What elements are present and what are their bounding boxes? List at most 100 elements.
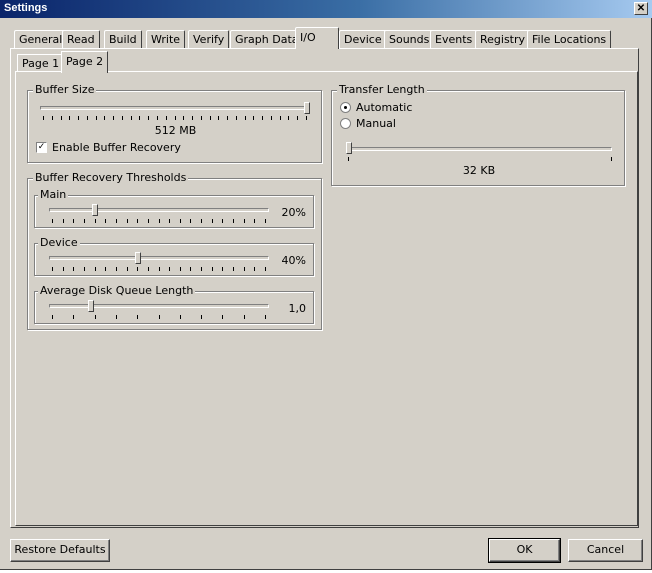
tab-label: I/O: [300, 31, 316, 44]
tick-mark: [169, 267, 170, 271]
tab-label: Verify: [193, 33, 225, 46]
tab-registry[interactable]: Registry: [475, 30, 531, 48]
tick-mark: [148, 219, 149, 223]
tick-mark: [227, 116, 228, 120]
tick-mark: [265, 315, 266, 319]
tick-mark: [84, 267, 85, 271]
tick-mark: [166, 116, 167, 120]
tick-mark: [69, 116, 70, 120]
tick-mark: [297, 116, 298, 120]
subtab-label: Page 2: [66, 55, 104, 68]
tick-mark: [159, 219, 160, 223]
tick-mark: [148, 116, 149, 120]
tick-mark: [137, 315, 138, 319]
tick-mark: [159, 267, 160, 271]
queue-length-group: Average Disk Queue Length 1,0: [34, 284, 314, 324]
automatic-radio[interactable]: [340, 102, 351, 113]
tick-mark: [218, 116, 219, 120]
tick-mark: [190, 219, 191, 223]
tick-mark: [113, 116, 114, 120]
tab-general[interactable]: General: [14, 30, 68, 48]
close-button[interactable]: ✕: [634, 2, 648, 15]
tick-mark: [192, 116, 193, 120]
tick-mark: [105, 219, 106, 223]
tick-mark: [73, 219, 74, 223]
tab-label: Read: [67, 33, 95, 46]
transfer-length-value: 32 KB: [462, 164, 496, 177]
tick-mark: [244, 267, 245, 271]
tick-mark: [236, 116, 237, 120]
tick-mark: [61, 116, 62, 120]
device-threshold-group: Device 40%: [34, 236, 314, 276]
tick-mark: [201, 267, 202, 271]
tab-write[interactable]: Write: [146, 30, 186, 48]
buffer-size-ticks: [43, 116, 307, 120]
tick-mark: [190, 267, 191, 271]
transfer-length-slider[interactable]: [346, 142, 352, 154]
tick-mark: [95, 315, 96, 319]
queue-length-label: Average Disk Queue Length: [38, 284, 196, 297]
tick-mark: [116, 219, 117, 223]
tab-sounds[interactable]: Sounds: [384, 30, 435, 48]
manual-label: Manual: [356, 117, 396, 130]
main-threshold-label: Main: [38, 188, 69, 201]
tab-label: Graph Data: [235, 33, 299, 46]
tick-mark: [116, 315, 117, 319]
window-title: Settings: [4, 2, 48, 14]
tick-mark: [159, 315, 160, 319]
tick-mark: [43, 116, 44, 120]
device-threshold-ticks: [52, 267, 266, 271]
tick-mark: [210, 116, 211, 120]
tick-mark: [288, 116, 289, 120]
buffer-size-value: 512 MB: [154, 124, 197, 137]
tick-mark: [212, 267, 213, 271]
subtab-page-2[interactable]: Page 2: [61, 51, 109, 73]
tick-mark: [253, 116, 254, 120]
tab-verify[interactable]: Verify: [188, 30, 230, 48]
tick-mark: [127, 267, 128, 271]
tab-build[interactable]: Build: [104, 30, 142, 48]
main-threshold-slider[interactable]: [92, 204, 98, 216]
tick-mark: [137, 267, 138, 271]
tick-mark: [127, 219, 128, 223]
tick-mark: [116, 267, 117, 271]
tab-io[interactable]: I/O: [295, 27, 339, 49]
restore-defaults-button[interactable]: Restore Defaults: [10, 539, 110, 562]
queue-length-value: 1,0: [288, 302, 307, 315]
queue-length-ticks: [52, 315, 266, 319]
main-threshold-ticks: [52, 219, 266, 223]
subtab-page-1[interactable]: Page 1: [17, 54, 65, 72]
queue-length-slider[interactable]: [88, 300, 94, 312]
thresholds-label: Buffer Recovery Thresholds: [33, 171, 189, 184]
cancel-button[interactable]: Cancel: [568, 539, 643, 562]
tick-mark: [96, 116, 97, 120]
tick-mark: [244, 219, 245, 223]
tick-mark: [52, 116, 53, 120]
tick-mark: [280, 116, 281, 120]
buffer-size-label: Buffer Size: [33, 83, 97, 96]
tab-label: Write: [151, 33, 181, 46]
tab-read[interactable]: Read: [62, 30, 100, 48]
tab-file-locations[interactable]: File Locations: [527, 30, 612, 48]
check-mark-icon: ✓: [37, 142, 46, 152]
tick-mark: [139, 116, 140, 120]
manual-radio[interactable]: [340, 118, 351, 129]
tick-mark: [180, 267, 181, 271]
buffer-size-group: Buffer Size 512 MB ✓ Enable Buffer Recov…: [27, 83, 322, 163]
tick-mark: [201, 315, 202, 319]
tick-mark: [262, 116, 263, 120]
tick-mark: [175, 116, 176, 120]
tick-mark: [157, 116, 158, 120]
tab-events[interactable]: Events: [430, 30, 478, 48]
enable-buffer-recovery-checkbox[interactable]: ✓: [36, 142, 47, 153]
ok-button[interactable]: OK: [488, 538, 561, 563]
buffer-size-slider[interactable]: [304, 102, 310, 114]
tick-mark: [95, 267, 96, 271]
device-threshold-slider[interactable]: [135, 252, 141, 264]
tick-mark: [87, 116, 88, 120]
queue-length-track: [49, 304, 269, 308]
tab-label: Device: [344, 33, 382, 46]
tab-device[interactable]: Device: [339, 30, 387, 48]
tick-mark: [122, 116, 123, 120]
tab-graph-data[interactable]: Graph Data: [230, 30, 304, 48]
